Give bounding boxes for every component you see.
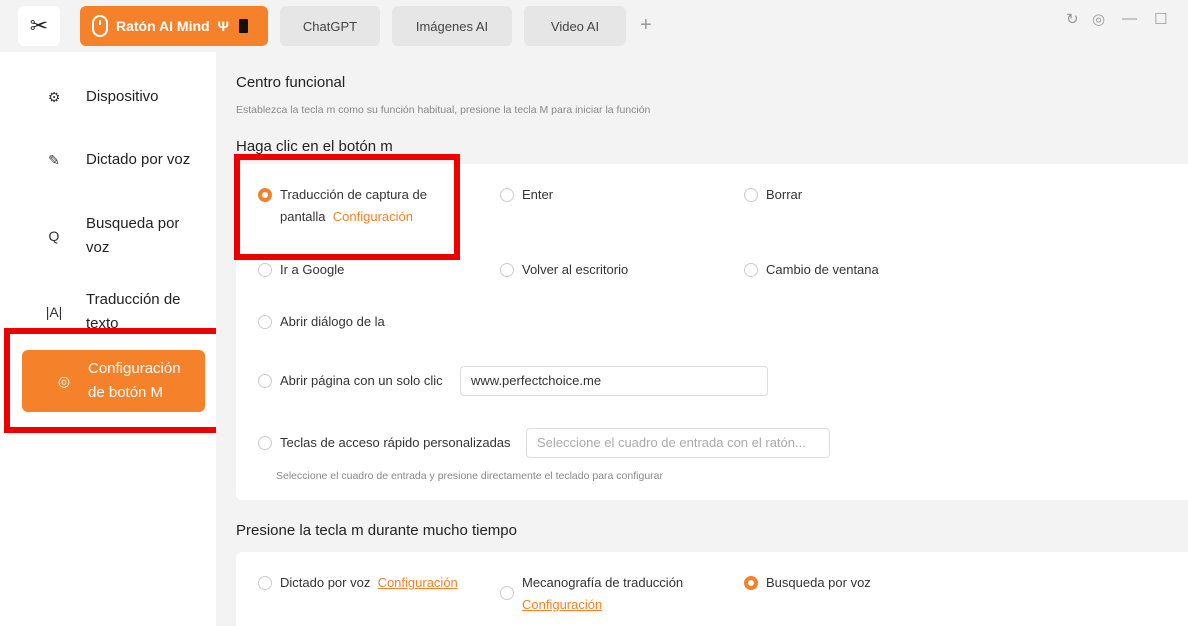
mouse-icon (92, 15, 108, 37)
radio[interactable] (500, 263, 514, 277)
long-press-section-title: Presione la tecla m durante mucho tiempo (236, 522, 517, 539)
page-subtitle: Establezca la tecla m como su función ha… (236, 104, 651, 116)
option-volver-escritorio[interactable]: Volver al escritorio (500, 259, 628, 281)
pen-icon: ✎ (48, 151, 60, 168)
top-bar: ✂ Ratón AI Mind Ψ ChatGPT Imágenes AI Vi… (0, 0, 1188, 52)
shortcut-input[interactable]: Seleccione el cuadro de entrada con el r… (526, 428, 830, 458)
radio[interactable] (258, 576, 272, 590)
radio[interactable] (500, 586, 514, 600)
search-icon: Q (48, 228, 60, 244)
url-input[interactable]: www.perfectchoice.me (460, 366, 768, 396)
tab-label: Ratón AI Mind (116, 18, 210, 34)
tab-raton-ai-mind[interactable]: Ratón AI Mind Ψ (80, 6, 268, 46)
main-content: Centro funcional Establezca la tecla m c… (216, 52, 1188, 626)
option-abrir-dialogo[interactable]: Abrir diálogo de la (258, 311, 385, 333)
option-busqueda-voz[interactable]: Busqueda por voz (744, 572, 871, 594)
configuracion-link[interactable]: Configuración (522, 597, 602, 612)
gear-icon: ⚙ (47, 88, 61, 105)
minimize-button[interactable]: — (1122, 10, 1137, 27)
sidebar-item-dispositivo[interactable]: ⚙ Dispositivo (20, 82, 206, 112)
radio-selected[interactable] (744, 576, 758, 590)
radio[interactable] (258, 436, 272, 450)
sidebar-item-dictado[interactable]: ✎ Dictado por voz (20, 134, 206, 186)
refresh-icon[interactable]: ↻ (1066, 10, 1079, 28)
app-logo-icon: ✂ (18, 6, 60, 46)
connection-icon: Ψ (217, 18, 229, 34)
radio[interactable] (744, 263, 758, 277)
radio[interactable] (500, 188, 514, 202)
option-borrar[interactable]: Borrar (744, 184, 802, 206)
add-tab-button[interactable]: + (640, 14, 652, 37)
highlight-box-option (234, 154, 460, 260)
sidebar-item-busqueda[interactable]: Q Busqueda por voz (20, 210, 206, 262)
radio[interactable] (744, 188, 758, 202)
shortcut-hint: Seleccione el cuadro de entrada y presio… (276, 470, 663, 482)
radio[interactable] (258, 263, 272, 277)
option-abrir-pagina[interactable]: Abrir página con un solo clic (258, 370, 443, 392)
radio[interactable] (258, 374, 272, 388)
battery-icon (238, 19, 248, 33)
settings-icon[interactable]: ◎ (1092, 10, 1105, 28)
highlight-box-sidebar (4, 328, 226, 433)
tab-video-ai[interactable]: Video AI (524, 6, 626, 46)
option-teclas-acceso[interactable]: Teclas de acceso rápido personalizadas (258, 432, 511, 454)
configuracion-link[interactable]: Configuración (378, 575, 458, 590)
page-title: Centro funcional (236, 74, 346, 91)
option-enter[interactable]: Enter (500, 184, 553, 206)
option-dictado-voz[interactable]: Dictado por voz Configuración (258, 572, 458, 594)
click-section-title: Haga clic en el botón m (236, 138, 393, 155)
maximize-button[interactable]: ☐ (1154, 10, 1167, 28)
option-mecanografia[interactable]: Mecanografía de traducción Configuración (500, 572, 700, 616)
tab-chatgpt[interactable]: ChatGPT (280, 6, 380, 46)
tab-imagenes-ai[interactable]: Imágenes AI (392, 6, 512, 46)
option-ir-a-google[interactable]: Ir a Google (258, 259, 344, 281)
radio[interactable] (258, 315, 272, 329)
option-cambio-ventana[interactable]: Cambio de ventana (744, 259, 879, 281)
translate-icon: |A| (45, 304, 63, 320)
